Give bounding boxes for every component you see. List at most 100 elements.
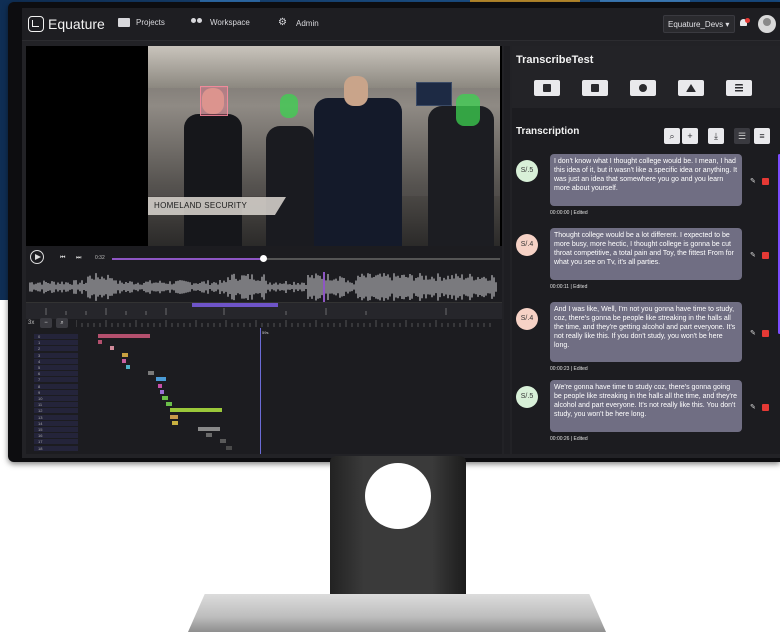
timeline-clip[interactable] <box>156 377 166 382</box>
project-title: TranscribeTest <box>516 54 594 66</box>
timeline-row-label: 14 <box>34 420 78 426</box>
timeline-ruler[interactable] <box>26 302 502 319</box>
timeline-row-label: 13 <box>34 414 78 420</box>
timeline-clip[interactable] <box>206 433 212 438</box>
brand-logo[interactable]: Equature <box>28 15 105 33</box>
list-icon <box>735 84 743 92</box>
timeline-playhead[interactable] <box>260 328 261 454</box>
transcript-text[interactable]: I don't know what I thought college woul… <box>550 154 742 206</box>
settings-button[interactable] <box>630 80 656 96</box>
nav-workspace[interactable]: Workspace <box>190 18 250 27</box>
transcript-meta: 00:00:11 | Edited <box>550 284 588 290</box>
timeline-clip[interactable] <box>98 340 102 345</box>
notification-bell-icon[interactable] <box>739 18 750 29</box>
timeline-row-label: 10 <box>34 396 78 401</box>
list-button[interactable] <box>726 80 752 96</box>
timeline-row-label: 5 <box>34 365 78 370</box>
nav-workspace-label: Workspace <box>210 18 250 27</box>
skip-back-icon[interactable]: ⏮ <box>60 255 65 262</box>
add-icon[interactable]: + <box>682 128 698 144</box>
delete-icon[interactable] <box>762 404 769 411</box>
brand-name: Equature <box>48 16 105 32</box>
face-detection-box[interactable] <box>280 94 298 118</box>
timeline-clip[interactable] <box>122 358 126 363</box>
edit-icon[interactable]: ✎ <box>750 404 757 411</box>
face-detection-box[interactable] <box>456 94 480 126</box>
user-avatar[interactable] <box>758 15 776 33</box>
audio-waveform[interactable] <box>26 272 502 302</box>
timeline-clip[interactable] <box>162 396 168 400</box>
transcript-text[interactable]: We're gonna have time to study coz, ther… <box>550 380 742 432</box>
timeline-clip[interactable] <box>98 334 150 338</box>
nav-admin[interactable]: ⚙ Admin <box>278 18 319 28</box>
project-header: TranscribeTest <box>512 46 780 108</box>
edit-icon[interactable]: ✎ <box>750 330 757 337</box>
timeline-clip[interactable] <box>220 439 226 444</box>
transcription-title: Transcription <box>516 126 580 137</box>
edit-icon[interactable]: ✎ <box>750 252 757 259</box>
list-view-icon[interactable]: ☰ <box>734 128 750 144</box>
video-frame: HOMELAND SECURITY <box>148 46 500 246</box>
nav-projects-label: Projects <box>136 18 165 27</box>
timeline-clip[interactable] <box>126 365 130 369</box>
play-icon[interactable] <box>30 250 44 264</box>
text-view-icon[interactable]: ≡ <box>754 128 770 144</box>
transcript-meta: 00:00:23 | Edited <box>550 366 588 372</box>
speaker-badge[interactable]: S/.5 <box>516 386 538 408</box>
timeline-clip[interactable] <box>172 420 178 425</box>
speaker-badge[interactable]: S/.5 <box>516 160 538 182</box>
timeline-clip[interactable] <box>122 352 128 357</box>
zoom-in-icon[interactable]: ⌕ <box>56 318 68 328</box>
delete-icon[interactable] <box>762 330 769 337</box>
timeline-clip[interactable] <box>158 383 162 388</box>
export-button[interactable] <box>582 80 608 96</box>
pane-splitter[interactable] <box>504 46 510 454</box>
edit-icon[interactable]: ✎ <box>750 178 757 185</box>
face-detection-box[interactable] <box>200 86 228 116</box>
transcript-meta: 00:00:26 | Edited <box>550 436 588 442</box>
speaker-badge[interactable]: S/.4 <box>516 308 538 330</box>
transcription-header: Transcription ⌕ + ⤓ ☰ ≡ <box>512 110 780 150</box>
download-icon[interactable]: ⤓ <box>708 128 724 144</box>
transcript-item[interactable]: S/.4 And I was like, Well, I'm not you go… <box>516 302 778 376</box>
transcript-item[interactable]: S/.5 I don't know what I thought college … <box>516 154 778 220</box>
timeline-row-label: 3 <box>34 352 78 358</box>
search-icon[interactable]: ⌕ <box>664 128 680 144</box>
transcript-item[interactable]: S/.5 We're gonna have time to study coz, … <box>516 380 778 446</box>
delete-icon[interactable] <box>762 252 769 259</box>
transcript-item[interactable]: S/.4 Thought college would be a lot diffe… <box>516 228 778 294</box>
timeline-row-label: 6 <box>34 371 78 377</box>
seek-handle[interactable] <box>260 255 268 262</box>
timeline-clip[interactable] <box>160 389 164 394</box>
timeline-row-label: 1 <box>34 340 78 346</box>
save-icon <box>543 84 551 92</box>
playhead-time: 59s <box>262 330 269 335</box>
seek-bar[interactable] <box>112 255 500 262</box>
save-button[interactable] <box>534 80 560 96</box>
timeline-clip[interactable] <box>148 371 154 376</box>
timeline-tracks[interactable]: 0 1 2 3 4 5 6 7 8 9 10 11 12 13 14 15 16 17 18 <box>26 332 502 454</box>
speaker-badge[interactable]: S/.4 <box>516 234 538 256</box>
workspace-select[interactable]: Equature_Devs ▾ <box>663 15 735 33</box>
delete-icon[interactable] <box>762 178 769 185</box>
timeline-row-label: 8 <box>34 383 78 389</box>
skip-forward-icon[interactable]: ⏭ <box>76 255 81 262</box>
timeline-clip[interactable] <box>170 408 222 413</box>
video-player[interactable]: HOMELAND SECURITY <box>26 46 502 246</box>
nav-projects[interactable]: Projects <box>118 18 165 27</box>
shapes-button[interactable] <box>678 80 704 96</box>
settings-icon <box>639 84 647 92</box>
seek-progress <box>112 258 264 260</box>
timeline-clip[interactable] <box>226 445 232 450</box>
timeline-clip[interactable] <box>170 414 178 419</box>
zoom-out-icon[interactable]: − <box>40 318 52 328</box>
transcript-text[interactable]: Thought college would be a lot different… <box>550 228 742 280</box>
timeline-toolbar: 3x − ⌕ <box>26 318 502 330</box>
transcript-text[interactable]: And I was like, Well, I'm not you gonna … <box>550 302 742 362</box>
timeline-clip[interactable] <box>166 402 172 407</box>
video-caption: HOMELAND SECURITY <box>154 201 248 210</box>
timeline-clip[interactable] <box>198 427 220 431</box>
timeline-clip[interactable] <box>110 346 114 351</box>
transcript-meta: 00:00:00 | Edited <box>550 210 588 216</box>
transcript-list: S/.5 I don't know what I thought college … <box>512 154 778 454</box>
